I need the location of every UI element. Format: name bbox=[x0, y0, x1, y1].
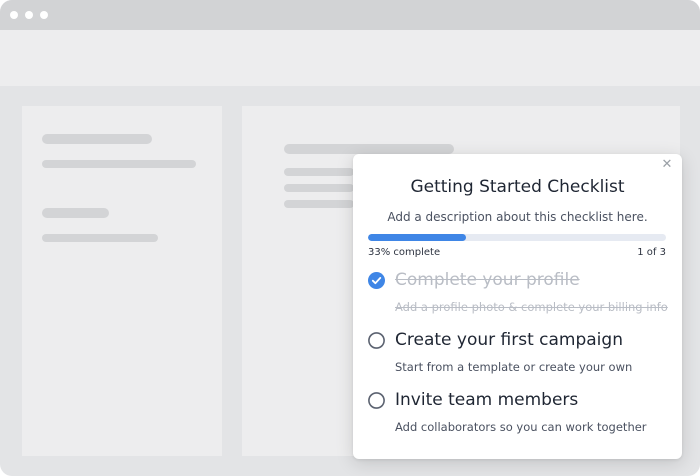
placeholder-line bbox=[42, 234, 158, 242]
checklist-item-title: Create your first campaign bbox=[395, 330, 623, 350]
placeholder-line bbox=[284, 200, 354, 208]
checklist-item-subtitle: Add collaborators so you can work togeth… bbox=[395, 420, 647, 434]
window-control-dot[interactable] bbox=[40, 11, 48, 19]
checklist-popup: ✕ Getting Started Checklist Add a descri… bbox=[353, 154, 682, 459]
close-icon[interactable]: ✕ bbox=[659, 157, 675, 173]
checklist-title: Getting Started Checklist bbox=[410, 177, 625, 197]
sidebar-panel bbox=[22, 106, 222, 456]
app-window: ✕ Getting Started Checklist Add a descri… bbox=[0, 0, 700, 476]
placeholder-line bbox=[284, 184, 354, 192]
window-control-dot[interactable] bbox=[10, 11, 18, 19]
placeholder-line bbox=[42, 134, 152, 144]
placeholder-line bbox=[42, 160, 196, 168]
placeholder-line bbox=[284, 144, 454, 154]
checklist-item-subtitle: Start from a template or create your own bbox=[395, 360, 633, 374]
placeholder-line bbox=[42, 208, 109, 218]
checkmark-circle-icon[interactable] bbox=[368, 272, 385, 289]
progress-bar-fill bbox=[368, 234, 467, 241]
empty-circle-icon[interactable] bbox=[368, 332, 385, 349]
placeholder-line bbox=[284, 168, 354, 176]
checklist-description: Add a description about this checklist h… bbox=[387, 210, 648, 224]
progress-count: 1 of 3 bbox=[637, 247, 666, 258]
empty-circle-icon[interactable] bbox=[368, 392, 385, 409]
app-toolbar bbox=[0, 30, 700, 86]
checklist-item-title: Complete your profile bbox=[395, 270, 580, 290]
checklist-item-title: Invite team members bbox=[395, 390, 579, 410]
window-control-dot[interactable] bbox=[25, 11, 33, 19]
window-titlebar bbox=[0, 0, 700, 30]
progress-bar bbox=[368, 234, 666, 241]
checklist-item-subtitle: Add a profile photo & complete your bill… bbox=[395, 300, 668, 314]
progress-label: 33% complete bbox=[368, 247, 441, 258]
